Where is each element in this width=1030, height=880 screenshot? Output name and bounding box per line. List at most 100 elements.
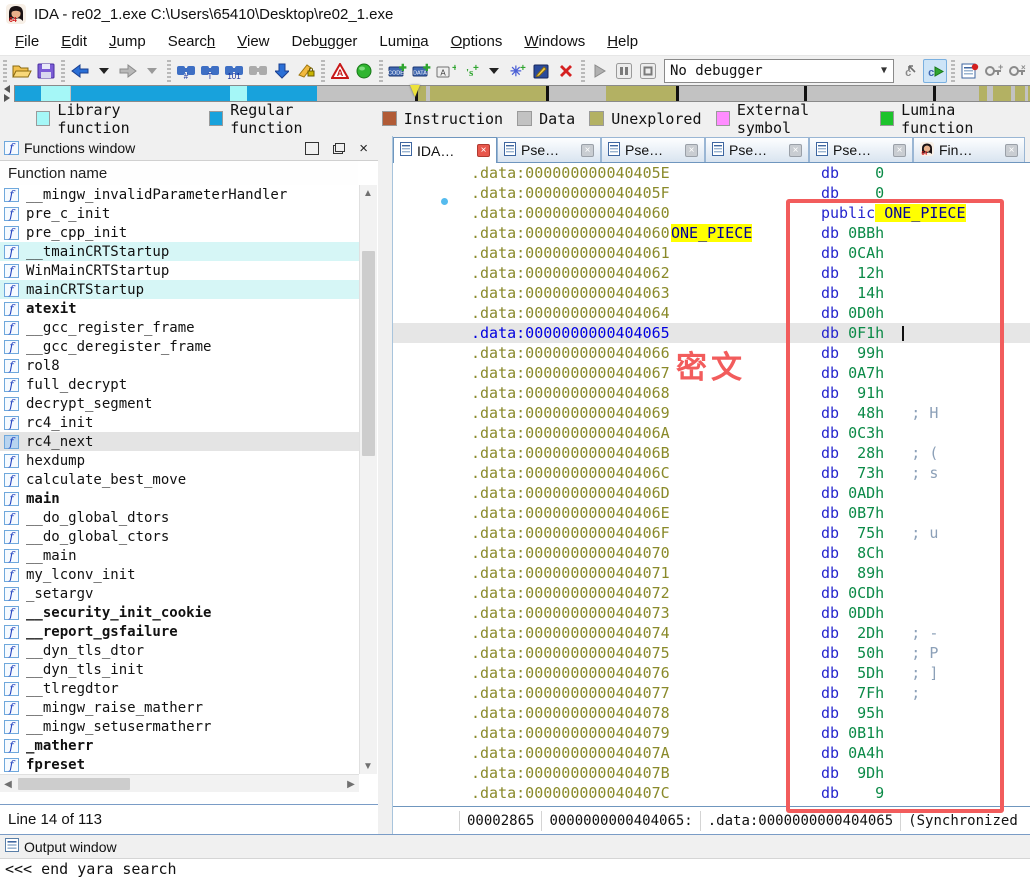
menu-windows[interactable]: Windows bbox=[513, 30, 596, 53]
key-add-icon[interactable]: + bbox=[983, 60, 1005, 82]
edit-function-icon[interactable] bbox=[531, 60, 553, 82]
search-disabled-icon[interactable] bbox=[247, 60, 269, 82]
save-file-icon[interactable] bbox=[35, 60, 57, 82]
view-tab-pse[interactable]: Pse… × bbox=[497, 137, 601, 162]
function-row[interactable]: f decrypt_segment bbox=[0, 394, 359, 413]
functions-vertical-scrollbar[interactable]: ▲ ▼ bbox=[359, 185, 377, 774]
function-row[interactable]: f fpreset bbox=[0, 755, 359, 774]
function-row[interactable]: f __mingw_raise_matherr bbox=[0, 698, 359, 717]
menu-search[interactable]: Search bbox=[157, 30, 227, 53]
menu-jump[interactable]: Jump bbox=[98, 30, 157, 53]
navband-right-arrow-icon[interactable] bbox=[4, 94, 10, 102]
close-tab-icon[interactable]: × bbox=[685, 143, 698, 157]
navband-segment-unexplored[interactable] bbox=[430, 86, 546, 101]
function-row[interactable]: f _setargv bbox=[0, 584, 359, 603]
function-row[interactable]: f __dyn_tls_init bbox=[0, 660, 359, 679]
close-tab-icon[interactable]: × bbox=[893, 143, 906, 157]
navband-segment-unexplored[interactable] bbox=[606, 86, 676, 101]
listing-line[interactable]: .data:0000000000404077 db 7Fh ; bbox=[393, 683, 1030, 703]
add-code-icon[interactable]: CODE bbox=[387, 60, 409, 82]
close-tab-icon[interactable]: × bbox=[477, 144, 490, 157]
function-row[interactable]: f mainCRTStartup bbox=[0, 280, 359, 299]
function-row[interactable]: f atexit bbox=[0, 299, 359, 318]
close-tab-icon[interactable]: × bbox=[581, 143, 594, 157]
problem-warning-icon[interactable]: A bbox=[329, 60, 351, 82]
navband-segment-data[interactable] bbox=[936, 86, 979, 101]
debugger-select[interactable]: No debugger ▼ bbox=[664, 58, 894, 83]
nav-back-icon[interactable] bbox=[69, 60, 91, 82]
debug-play-icon[interactable] bbox=[589, 60, 611, 82]
search-number-icon[interactable]: # bbox=[175, 60, 197, 82]
menu-lumina[interactable]: Lumina bbox=[368, 30, 439, 53]
close-button[interactable]: × bbox=[359, 141, 368, 156]
add-struct-icon[interactable]: ✳ + bbox=[507, 60, 529, 82]
vertical-scroll-thumb[interactable] bbox=[362, 251, 375, 456]
function-row[interactable]: f rc4_next bbox=[0, 432, 359, 451]
output-window-titlebar[interactable]: Output window bbox=[0, 835, 1030, 859]
function-row[interactable]: f WinMainCRTStartup bbox=[0, 261, 359, 280]
key-delete-icon[interactable]: × bbox=[1007, 60, 1029, 82]
listing-line[interactable]: .data:0000000000404079 db 0B1h bbox=[393, 723, 1030, 743]
search-binary-icon[interactable]: 101 bbox=[223, 60, 245, 82]
function-row[interactable]: f __gcc_deregister_frame bbox=[0, 337, 359, 356]
view-tab-pse[interactable]: Pse… × bbox=[601, 137, 705, 162]
view-tab-pse[interactable]: Pse… × bbox=[809, 137, 913, 162]
nav-back-dropdown-icon[interactable] bbox=[93, 60, 115, 82]
navband-segment-data[interactable] bbox=[549, 86, 606, 101]
scroll-right-icon[interactable]: ▶ bbox=[343, 776, 359, 792]
listing-line[interactable]: .data:0000000000404062 db 12h bbox=[393, 263, 1030, 283]
view-tab-pse[interactable]: Pse… × bbox=[705, 137, 809, 162]
add-name-icon[interactable]: A + bbox=[435, 60, 457, 82]
scroll-down-icon[interactable]: ▼ bbox=[360, 758, 376, 774]
navband-segment-data[interactable] bbox=[807, 86, 933, 101]
navband-segment-unexplored[interactable] bbox=[1015, 86, 1025, 101]
menu-file[interactable]: File bbox=[4, 30, 50, 53]
navband-segment-regular[interactable] bbox=[247, 86, 317, 101]
listing-line[interactable]: .data:0000000000404060 public ONE_PIECE bbox=[393, 203, 1030, 223]
menu-view[interactable]: View bbox=[226, 30, 280, 53]
listing-line[interactable]: .data:000000000040407B db 9Dh bbox=[393, 763, 1030, 783]
listing-line[interactable]: .data:000000000040406B db 28h ; ( bbox=[393, 443, 1030, 463]
listing-line[interactable]: .data:0000000000404074 db 2Dh ; - bbox=[393, 623, 1030, 643]
close-tab-icon[interactable]: × bbox=[789, 143, 802, 157]
navband-segment-unexplored[interactable] bbox=[979, 86, 987, 101]
close-tab-icon[interactable]: × bbox=[1005, 143, 1018, 157]
debug-stop-icon[interactable] bbox=[637, 60, 659, 82]
listing-line[interactable]: .data:0000000000404065 db 0F1h bbox=[393, 323, 1030, 343]
ida-view-listing[interactable]: .data:000000000040405E db 0 .data:00000000… bbox=[393, 163, 1030, 806]
function-row[interactable]: f __gcc_register_frame bbox=[0, 318, 359, 337]
listing-line[interactable]: .data:000000000040405E db 0 bbox=[393, 163, 1030, 183]
functions-window-titlebar[interactable]: f Functions window × bbox=[0, 136, 378, 161]
navband-segment-regular[interactable] bbox=[71, 86, 230, 101]
function-row[interactable]: f _matherr bbox=[0, 736, 359, 755]
listing-line[interactable]: .data:0000000000404078 db 95h bbox=[393, 703, 1030, 723]
function-row[interactable]: f full_decrypt bbox=[0, 375, 359, 394]
listing-line[interactable]: .data:000000000040407C db 9 bbox=[393, 783, 1030, 803]
menu-help[interactable]: Help bbox=[596, 30, 649, 53]
navband-segment-regular[interactable] bbox=[15, 86, 41, 101]
function-row[interactable]: f calculate_best_move bbox=[0, 470, 359, 489]
listing-line[interactable]: .data:0000000000404072 db 0CDh bbox=[393, 583, 1030, 603]
function-row[interactable]: f pre_c_init bbox=[0, 204, 359, 223]
listing-line[interactable]: .data:0000000000404071 db 89h bbox=[393, 563, 1030, 583]
function-row[interactable]: f __tmainCRTStartup bbox=[0, 242, 359, 261]
function-row[interactable]: f __do_global_ctors bbox=[0, 527, 359, 546]
navband-segment-unexplored[interactable] bbox=[993, 86, 1011, 101]
listing-line[interactable]: .data:000000000040407A db 0A4h bbox=[393, 743, 1030, 763]
functions-horizontal-scrollbar[interactable]: ◀ ▶ bbox=[0, 774, 359, 792]
listing-line[interactable]: .data:000000000040406F db 75h ; u bbox=[393, 523, 1030, 543]
listing-line[interactable]: .data:0000000000404073 db 0DDh bbox=[393, 603, 1030, 623]
function-row[interactable]: f hexdump bbox=[0, 451, 359, 470]
listing-line[interactable]: .data:0000000000404075 db 50h ; P bbox=[393, 643, 1030, 663]
function-row[interactable]: f __main bbox=[0, 546, 359, 565]
navband-segment-data[interactable] bbox=[679, 86, 804, 101]
function-row[interactable]: f __tlregdtor bbox=[0, 679, 359, 698]
nav-forward-icon[interactable] bbox=[117, 60, 139, 82]
navband-current-position-pointer[interactable] bbox=[410, 85, 420, 97]
listing-line[interactable]: .data:000000000040406D db 0ADh bbox=[393, 483, 1030, 503]
jump-down-icon[interactable] bbox=[271, 60, 293, 82]
search-text-icon[interactable]: T bbox=[199, 60, 221, 82]
listing-line[interactable]: .data:000000000040406A db 0C3h bbox=[393, 423, 1030, 443]
highlight-lock-icon[interactable] bbox=[295, 60, 317, 82]
view-tab-ida[interactable]: IDA… × bbox=[393, 137, 497, 163]
